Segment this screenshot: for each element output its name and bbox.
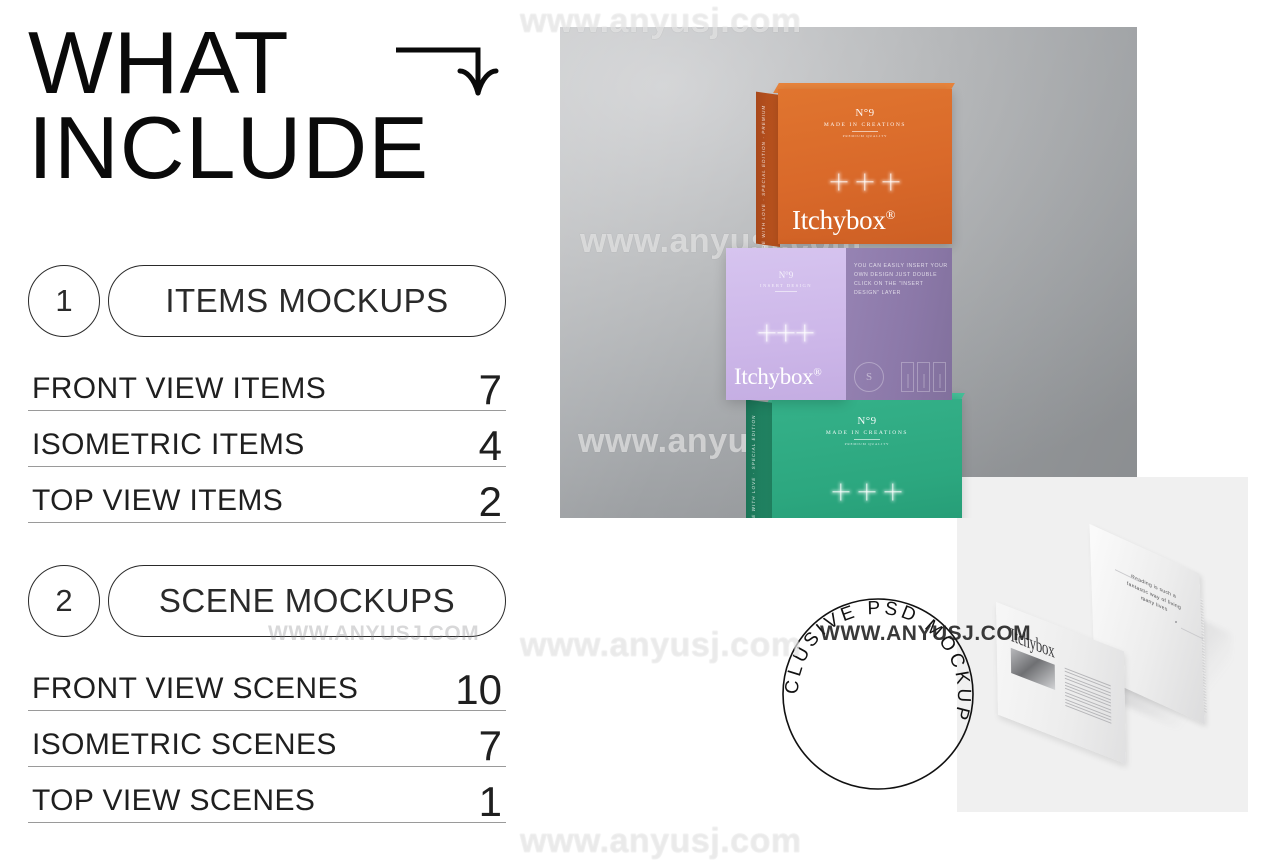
green-box-number-block: N°9 MADE IN CREATIONS PREMIUM QUALITY [772,415,962,446]
row-value: 1 [478,778,502,826]
care-symbol-icon [901,362,914,392]
sparkle-icon [780,326,793,339]
orange-box-front-face: N°9 MADE IN CREATIONS PREMIUM QUALITY It… [778,89,952,244]
sparkle-icon [799,326,812,339]
section-scene-mockups: 2 SCENE MOCKUPS FRONT VIEW SCENES 10 ISO… [28,565,506,823]
orange-box-side-face: MADE WITH LOVE · SPECIAL EDITION · PREMI… [756,91,780,258]
row-value: 10 [455,666,502,714]
open-book-mockup-image: Reading is such a fantastic way of livin… [957,477,1248,812]
section-heading-pill: SCENE MOCKUPS [108,565,506,637]
row-value: 7 [478,366,502,414]
orange-box-no: N°9 [855,107,875,119]
sparkle-icon-group [726,326,846,339]
orange-box-brand-text: Itchybox [792,205,886,235]
orange-box-tiny: PREMIUM QUALITY [842,134,888,138]
watermark: www.anyusj.com [520,626,802,664]
row-label: ISOMETRIC ITEMS [32,428,305,461]
badge-text: EXCLUSIVE PSD MOCKUP [772,580,974,725]
insert-design-note: YOU CAN EASILY INSERT YOUR OWN DESIGN JU… [854,263,948,297]
row-value: 2 [478,478,502,526]
sparkle-icon [883,173,900,190]
list-item: FRONT VIEW ITEMS 7 [28,355,506,411]
sparkle-icon-group [778,173,952,190]
purple-box-brand-text: Itchybox [734,364,814,389]
registered-mark-icon: ® [885,207,896,222]
green-box-mockup: MADE WITH LOVE · SPECIAL EDITION N°9 MAD… [746,393,965,518]
green-box-side-text: MADE WITH LOVE · SPECIAL EDITION [751,414,756,518]
left-content-column: WHAT INCLUDE 1 ITEMS MOCKUPS FRONT VIEW … [0,0,530,850]
divider [854,439,880,440]
row-label: ISOMETRIC SCENES [32,728,337,761]
purple-box-brand: Itchybox® [734,364,822,390]
row-label: TOP VIEW ITEMS [32,484,284,517]
sparkle-icon [859,483,876,500]
decorative-dot [1175,621,1177,623]
row-label: FRONT VIEW SCENES [32,672,359,705]
seal-icon: S [854,362,884,392]
section-heading-pill: ITEMS MOCKUPS [108,265,506,337]
section-header: 2 SCENE MOCKUPS [28,565,506,637]
care-symbol-icon [933,362,946,392]
status-badge: EXCLUSIVE PSD MOCKUP [772,580,976,792]
sparkle-icon [831,173,848,190]
orange-box-side-text: MADE WITH LOVE · SPECIAL EDITION · PREMI… [761,104,766,258]
purple-box-mockup: N°9 INSERT DESIGN Itchybox® YOU CAN EASI… [726,248,952,400]
list-item: FRONT VIEW SCENES 10 [28,655,506,711]
watermark: www.anyusj.com [520,822,802,860]
green-box-made: MADE IN CREATIONS [825,430,909,436]
section-header: 1 ITEMS MOCKUPS [28,265,506,337]
green-box-no: N°9 [857,415,877,427]
sparkle-icon [885,483,902,500]
orange-box-number-block: N°9 MADE IN CREATIONS PREMIUM QUALITY [778,107,952,138]
purple-box-no: N°9 [778,270,794,280]
decorative-dot [1143,599,1145,601]
section-rows: FRONT VIEW ITEMS 7 ISOMETRIC ITEMS 4 TOP… [28,355,506,523]
orange-box-mockup: MADE WITH LOVE · SPECIAL EDITION · PREMI… [756,83,955,258]
sparkle-icon [857,173,874,190]
green-box-front-face: N°9 MADE IN CREATIONS PREMIUM QUALITY [772,399,962,518]
row-value: 4 [478,422,502,470]
list-item: ISOMETRIC ITEMS 4 [28,411,506,467]
purple-box-left-face: N°9 INSERT DESIGN Itchybox® [726,248,846,400]
care-symbol-icon [917,362,930,392]
registered-mark-icon: ® [813,366,822,379]
section-number-badge: 2 [28,565,100,637]
section-number-badge: 1 [28,265,100,337]
list-item: TOP VIEW ITEMS 2 [28,467,506,523]
divider [852,131,878,132]
row-label: TOP VIEW SCENES [32,784,316,817]
sparkle-icon-group [772,483,962,500]
page-title-line-2: INCLUDE [28,98,430,198]
purple-box-right-face: YOU CAN EASILY INSERT YOUR OWN DESIGN JU… [846,248,952,400]
row-value: 7 [478,722,502,770]
purple-box-number-block: N°9 INSERT DESIGN [726,270,846,292]
orange-box-made: MADE IN CREATIONS [823,122,907,128]
section-items-mockups: 1 ITEMS MOCKUPS FRONT VIEW ITEMS 7 ISOME… [28,265,506,523]
sparkle-icon [833,483,850,500]
green-box-tiny: PREMIUM QUALITY [844,442,890,446]
list-item: ISOMETRIC SCENES 7 [28,711,506,767]
purple-box-made: INSERT DESIGN [760,283,812,288]
orange-box-brand: Itchybox® [792,205,895,236]
curved-down-arrow-icon [396,47,499,96]
box-stack-mockup-image: MADE WITH LOVE · SPECIAL EDITION N°9 MAD… [560,27,1137,518]
open-book: Reading is such a fantastic way of livin… [996,523,1231,765]
purple-box-icon-row: S [854,362,946,392]
green-box-side-face: MADE WITH LOVE · SPECIAL EDITION [746,399,774,518]
section-rows: FRONT VIEW SCENES 10 ISOMETRIC SCENES 7 … [28,655,506,823]
list-item: TOP VIEW SCENES 1 [28,767,506,823]
divider [775,291,797,292]
sparkle-icon [761,326,774,339]
care-symbol-icon-group [901,362,946,392]
row-label: FRONT VIEW ITEMS [32,372,327,405]
